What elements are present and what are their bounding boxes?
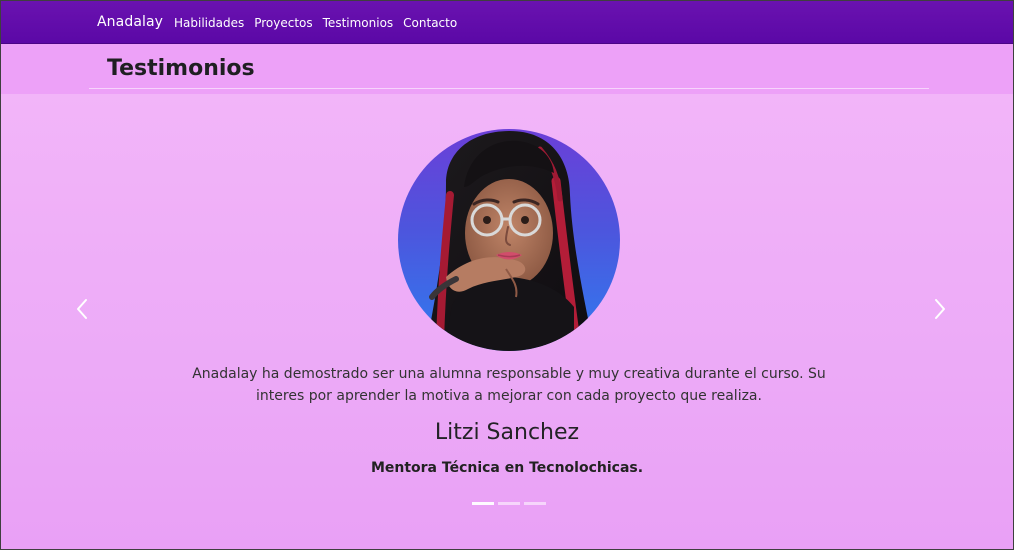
nav-link-testimonios[interactable]: Testimonios bbox=[323, 16, 394, 30]
carousel-indicator-2[interactable] bbox=[498, 502, 520, 505]
top-navbar: Anadalay Habilidades Proyectos Testimoni… bbox=[1, 1, 1013, 44]
carousel-indicator-3[interactable] bbox=[524, 502, 546, 505]
section-divider bbox=[89, 88, 929, 89]
testimonial-name: Litzi Sanchez bbox=[434, 420, 580, 445]
chevron-right-icon bbox=[935, 299, 945, 319]
nav-link-contacto[interactable]: Contacto bbox=[403, 16, 457, 30]
app-window: Anadalay Habilidades Proyectos Testimoni… bbox=[0, 0, 1014, 550]
carousel-indicator-1[interactable] bbox=[472, 502, 494, 505]
testimonial-quote: Anadalay ha demostrado ser una alumna re… bbox=[192, 366, 826, 404]
brand-link[interactable]: Anadalay bbox=[97, 14, 163, 30]
carousel-prev-button[interactable] bbox=[71, 297, 93, 321]
nav-link-proyectos[interactable]: Proyectos bbox=[254, 16, 312, 30]
testimonial-carousel: Anadalay ha demostrado ser una alumna re… bbox=[1, 94, 1013, 549]
testimonial-role: Mentora Técnica en Tecnolochicas. bbox=[370, 460, 644, 476]
carousel-indicators bbox=[472, 502, 546, 505]
section-header: Testimonios bbox=[1, 44, 1013, 94]
testimonial-avatar bbox=[398, 129, 620, 351]
section-title: Testimonios bbox=[107, 56, 255, 81]
carousel-next-button[interactable] bbox=[929, 297, 951, 321]
nav-links: Habilidades Proyectos Testimonios Contac… bbox=[174, 16, 457, 30]
chevron-left-icon bbox=[77, 299, 87, 319]
nav-link-habilidades[interactable]: Habilidades bbox=[174, 16, 244, 30]
avatar-photo bbox=[426, 131, 594, 351]
